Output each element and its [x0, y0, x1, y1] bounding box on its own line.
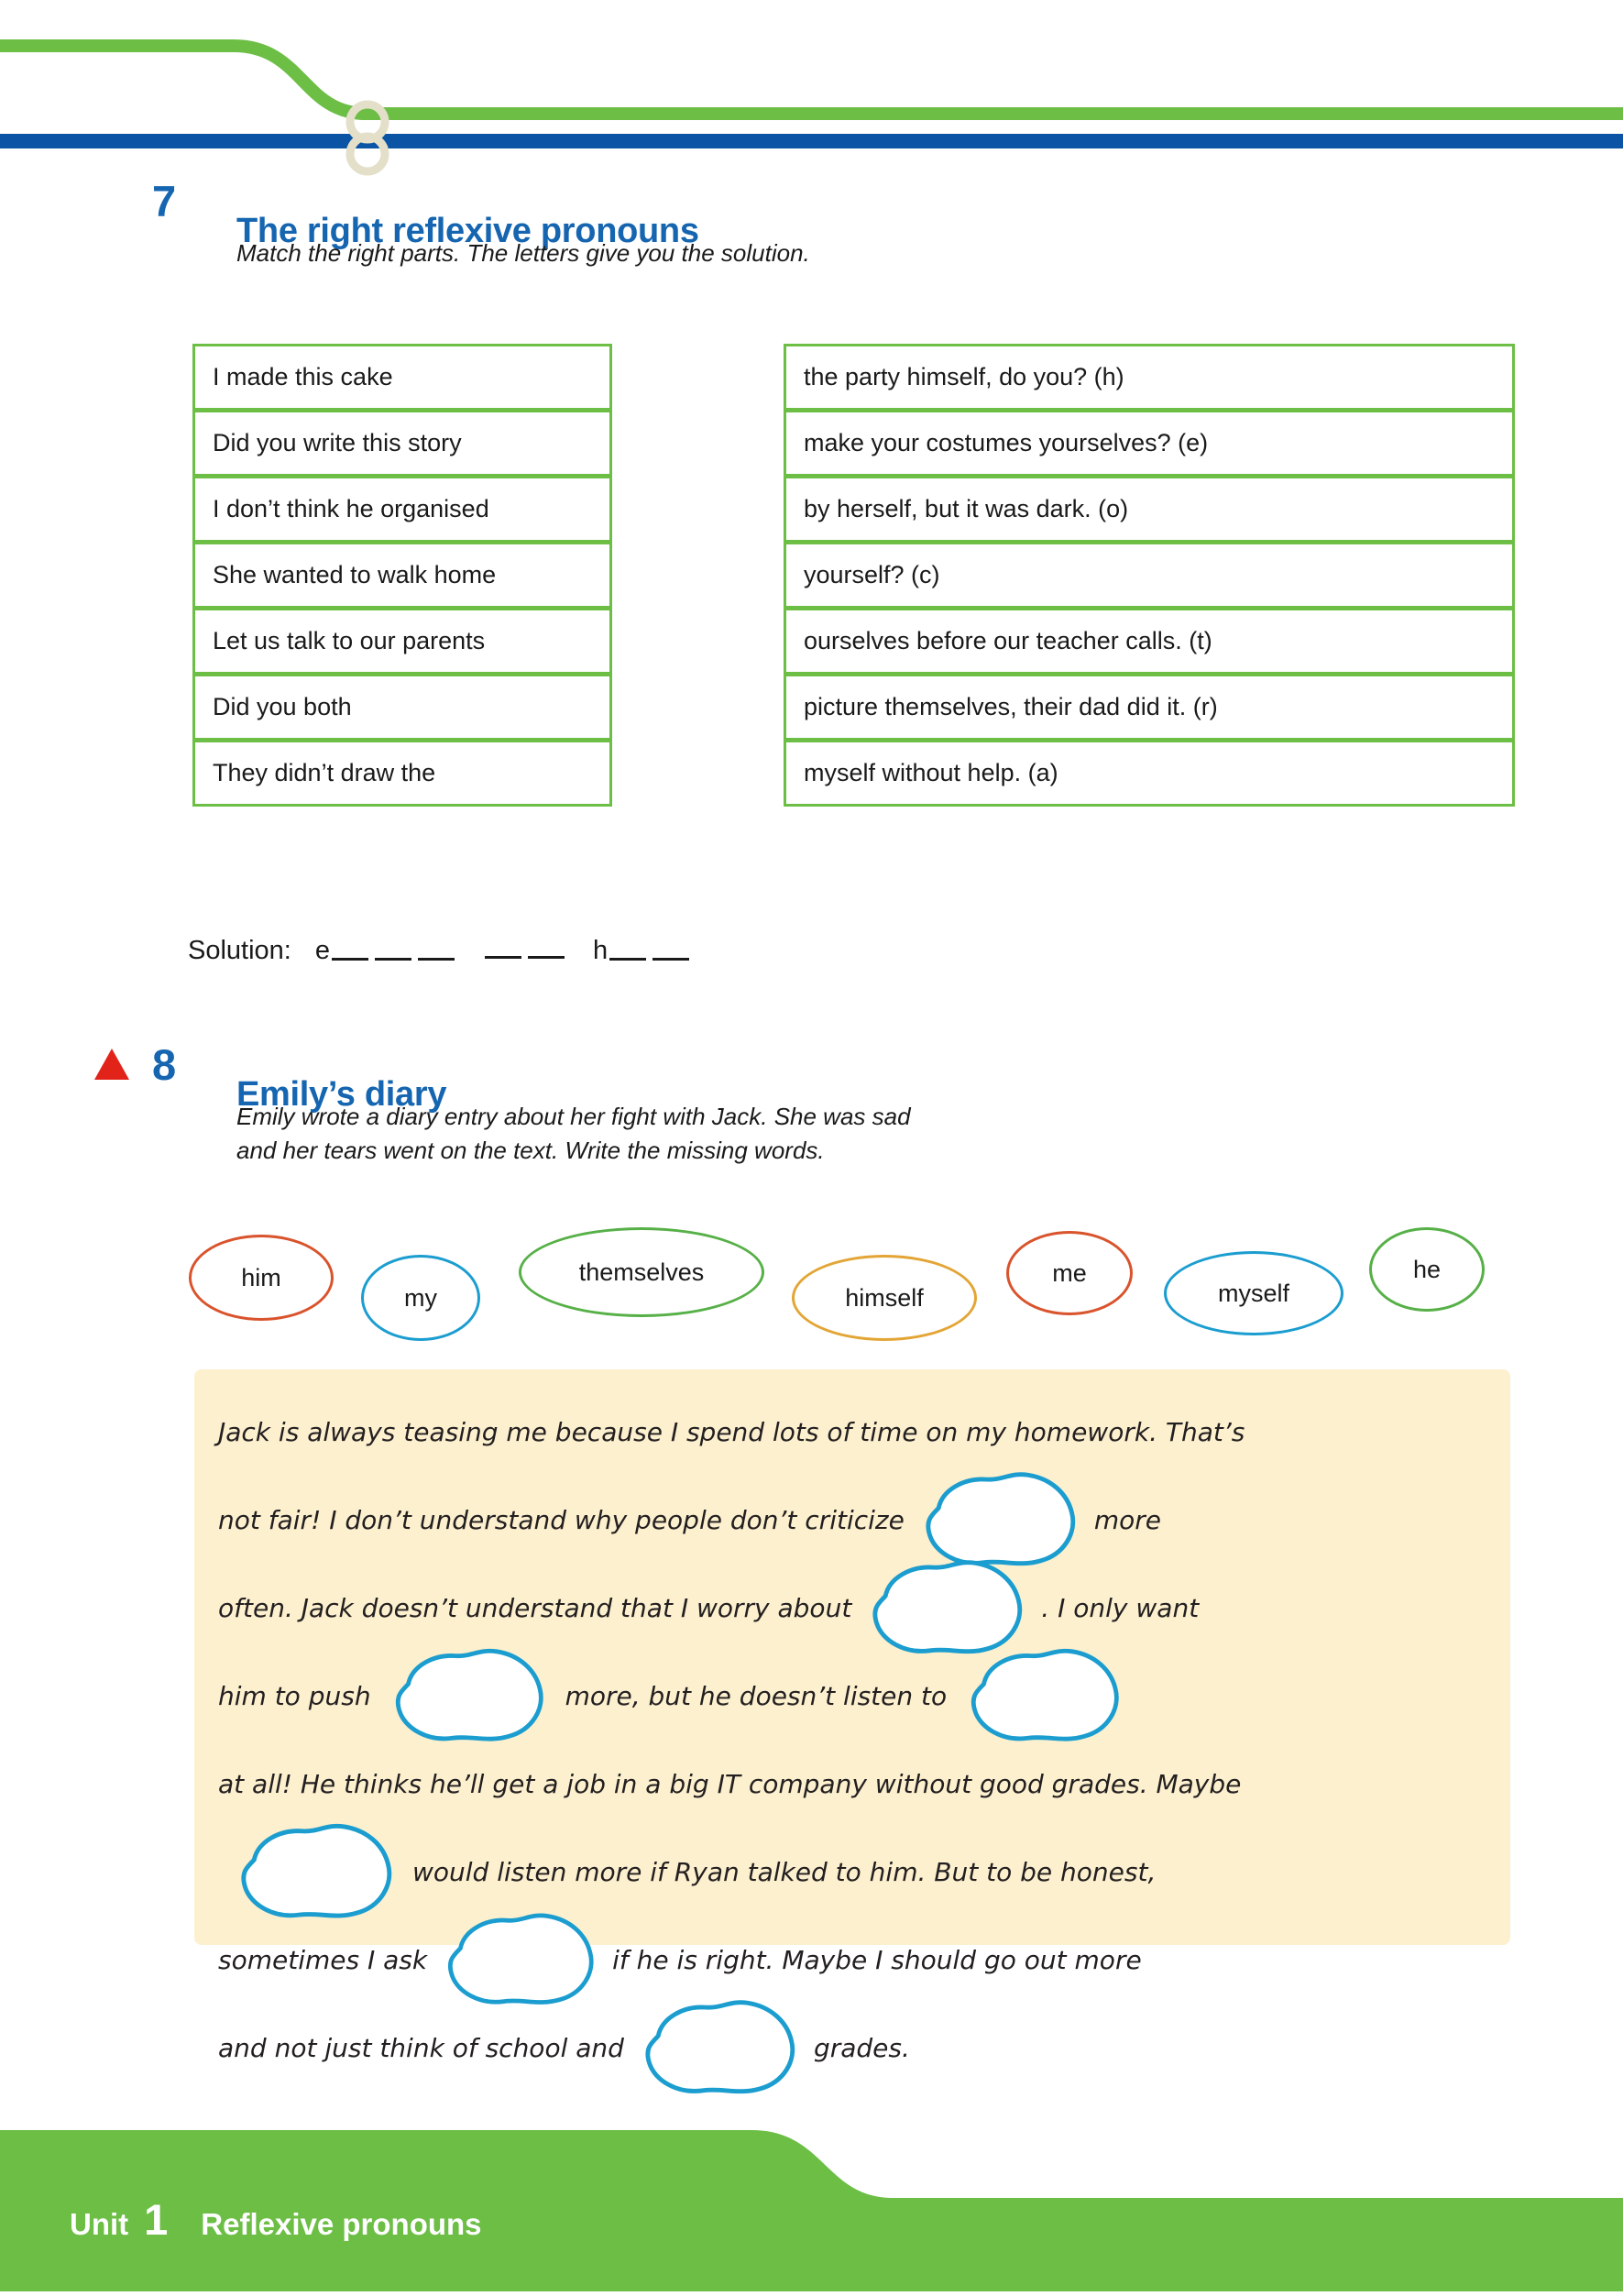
- word-bank-label: me: [1052, 1258, 1087, 1287]
- diary-text-segment: would listen more if Ryan talked to him.…: [412, 1856, 1157, 1887]
- diary-line: Jack is always teasing me because I spen…: [218, 1388, 1501, 1476]
- match-left-column: I made this cake Did you write this story…: [192, 344, 612, 807]
- diary-text-segment: grades.: [813, 2032, 910, 2063]
- match-row-right[interactable]: the party himself, do you? (h): [784, 344, 1515, 411]
- match-row-left[interactable]: Did you both: [192, 674, 612, 741]
- solution-line: Solution: eh: [188, 936, 694, 966]
- diary-line: him to push more, but he doesn’t listen t…: [218, 1648, 1501, 1741]
- match-row-left[interactable]: Did you write this story: [192, 410, 612, 477]
- word-bank-label: he: [1412, 1255, 1442, 1283]
- word-bank-label: my: [404, 1283, 437, 1312]
- red-triangle-marker-icon: [94, 1049, 129, 1080]
- match-row-right[interactable]: yourself? (c): [784, 542, 1515, 609]
- word-bank-label: themselves: [578, 1258, 705, 1286]
- diary-text-segment: if he is right. Maybe I should go out mo…: [612, 1944, 1142, 1975]
- match-row-left[interactable]: They didn’t draw the: [192, 740, 612, 807]
- solution-given-letter: h: [593, 936, 609, 965]
- word-bank-bubble[interactable]: himself: [792, 1255, 977, 1341]
- diary-line: at all! He thinks he’ll get a job in a b…: [218, 1740, 1501, 1828]
- footer-label: Unit 1 Reflexive pronouns: [70, 2194, 482, 2245]
- match-row-right[interactable]: myself without help. (a): [784, 740, 1515, 807]
- tear-blob-blank[interactable]: [224, 1822, 407, 1921]
- page-footer: Unit 1 Reflexive pronouns: [0, 2097, 1623, 2291]
- word-bank-label: myself: [1217, 1279, 1289, 1307]
- solution-blank[interactable]: [332, 958, 368, 961]
- tear-blob-blank[interactable]: [857, 1558, 1036, 1657]
- word-bank-bubble[interactable]: themselves: [519, 1227, 764, 1317]
- diary-text-segment: more: [1093, 1504, 1161, 1535]
- word-bank-label: him: [241, 1263, 281, 1291]
- footer-unit-number: 1: [144, 2195, 169, 2244]
- match-row-right[interactable]: picture themselves, their dad did it. (r…: [784, 674, 1515, 741]
- solution-given-letter: e: [314, 936, 330, 965]
- solution-blank[interactable]: [375, 958, 411, 961]
- tear-blob-blank[interactable]: [377, 1647, 560, 1744]
- word-bank-bubble[interactable]: me: [1006, 1231, 1133, 1315]
- diary-line: and not just think of school and grades.: [218, 2000, 1501, 2094]
- diary-text-segment: not fair! I don’t understand why people …: [218, 1504, 905, 1535]
- word-bank: him my themselves himself me myself he: [0, 1225, 1623, 1341]
- diary-panel: Jack is always teasing me because I spen…: [194, 1369, 1510, 2094]
- match-row-right[interactable]: make your costumes yourselves? (e): [784, 410, 1515, 477]
- diary-text-segment: more, but he doesn’t listen to: [565, 1680, 948, 1711]
- solution-segment[interactable]: [483, 956, 569, 964]
- match-row-right[interactable]: ourselves before our teacher calls. (t): [784, 608, 1515, 675]
- match-row-left[interactable]: Let us talk to our parents: [192, 608, 612, 675]
- match-row-left[interactable]: She wanted to walk home: [192, 542, 612, 609]
- footer-title: Reflexive pronouns: [201, 2207, 482, 2241]
- solution-blank[interactable]: [418, 958, 455, 961]
- page-header-decoration: [0, 0, 1623, 183]
- exercise-7-number: 7: [152, 177, 177, 225]
- exercise-8: 8 Emily’s diary Emily wrote a diary entr…: [0, 1040, 1623, 1164]
- solution-blank[interactable]: [485, 956, 521, 959]
- tear-blob-blank[interactable]: [630, 1998, 808, 2097]
- exercise-7: 7 The right reflexive pronouns Match the…: [0, 177, 1623, 267]
- match-row-left[interactable]: I don’t think he organised: [192, 476, 612, 543]
- match-row-right[interactable]: by herself, but it was dark. (o): [784, 476, 1515, 543]
- header-blue-bar: [0, 134, 1623, 148]
- word-bank-bubble[interactable]: him: [189, 1235, 334, 1321]
- diary-text: Jack is always teasing me because I spen…: [218, 1388, 1501, 2094]
- tear-blob-blank[interactable]: [433, 1910, 607, 2009]
- word-bank-bubble[interactable]: myself: [1164, 1251, 1343, 1335]
- header-green-curve: [0, 39, 1623, 120]
- solution-label: Solution:: [188, 936, 291, 965]
- match-row-left[interactable]: I made this cake: [192, 344, 612, 411]
- diary-text-segment: and not just think of school and: [218, 2032, 624, 2063]
- diary-text-segment: sometimes I ask: [218, 1944, 428, 1975]
- word-bank-bubble[interactable]: he: [1369, 1227, 1485, 1312]
- word-bank-bubble[interactable]: my: [361, 1255, 480, 1341]
- exercise-8-number: 8: [152, 1040, 177, 1089]
- exercise-8-instruction: Emily wrote a diary entry about her figh…: [236, 1103, 911, 1164]
- header-decoration-svg: [0, 39, 1623, 176]
- solution-blank[interactable]: [609, 958, 647, 961]
- solution-blank[interactable]: [652, 958, 690, 961]
- diary-text-segment: Jack is always teasing me because I spen…: [218, 1416, 1245, 1447]
- diary-line: often. Jack doesn’t understand that I wo…: [218, 1560, 1501, 1654]
- diary-text-segment: at all! He thinks he’ll get a job in a b…: [218, 1768, 1242, 1799]
- match-right-column: the party himself, do you? (h) make your …: [784, 344, 1515, 807]
- tear-blob-blank[interactable]: [910, 1470, 1089, 1569]
- diary-text-segment: often. Jack doesn’t understand that I wo…: [218, 1592, 852, 1623]
- diary-text-segment: him to push: [218, 1680, 371, 1711]
- diary-line: not fair! I don’t understand why people …: [218, 1472, 1501, 1566]
- solution-blank[interactable]: [528, 956, 565, 959]
- diary-text-segment: . I only want: [1041, 1592, 1200, 1623]
- word-bank-label: himself: [845, 1283, 924, 1312]
- diary-line: sometimes I ask if he is right. Maybe I s…: [218, 1913, 1501, 2005]
- solution-blanks[interactable]: eh: [315, 936, 694, 966]
- footer-unit-label: Unit: [70, 2207, 129, 2241]
- solution-segment[interactable]: e: [315, 936, 459, 966]
- solution-segment[interactable]: h: [593, 936, 694, 966]
- tear-blob-blank[interactable]: [952, 1647, 1135, 1744]
- diary-line: would listen more if Ryan talked to him.…: [218, 1823, 1501, 1918]
- exercise-7-instruction: Match the right parts. The letters give …: [236, 239, 810, 267]
